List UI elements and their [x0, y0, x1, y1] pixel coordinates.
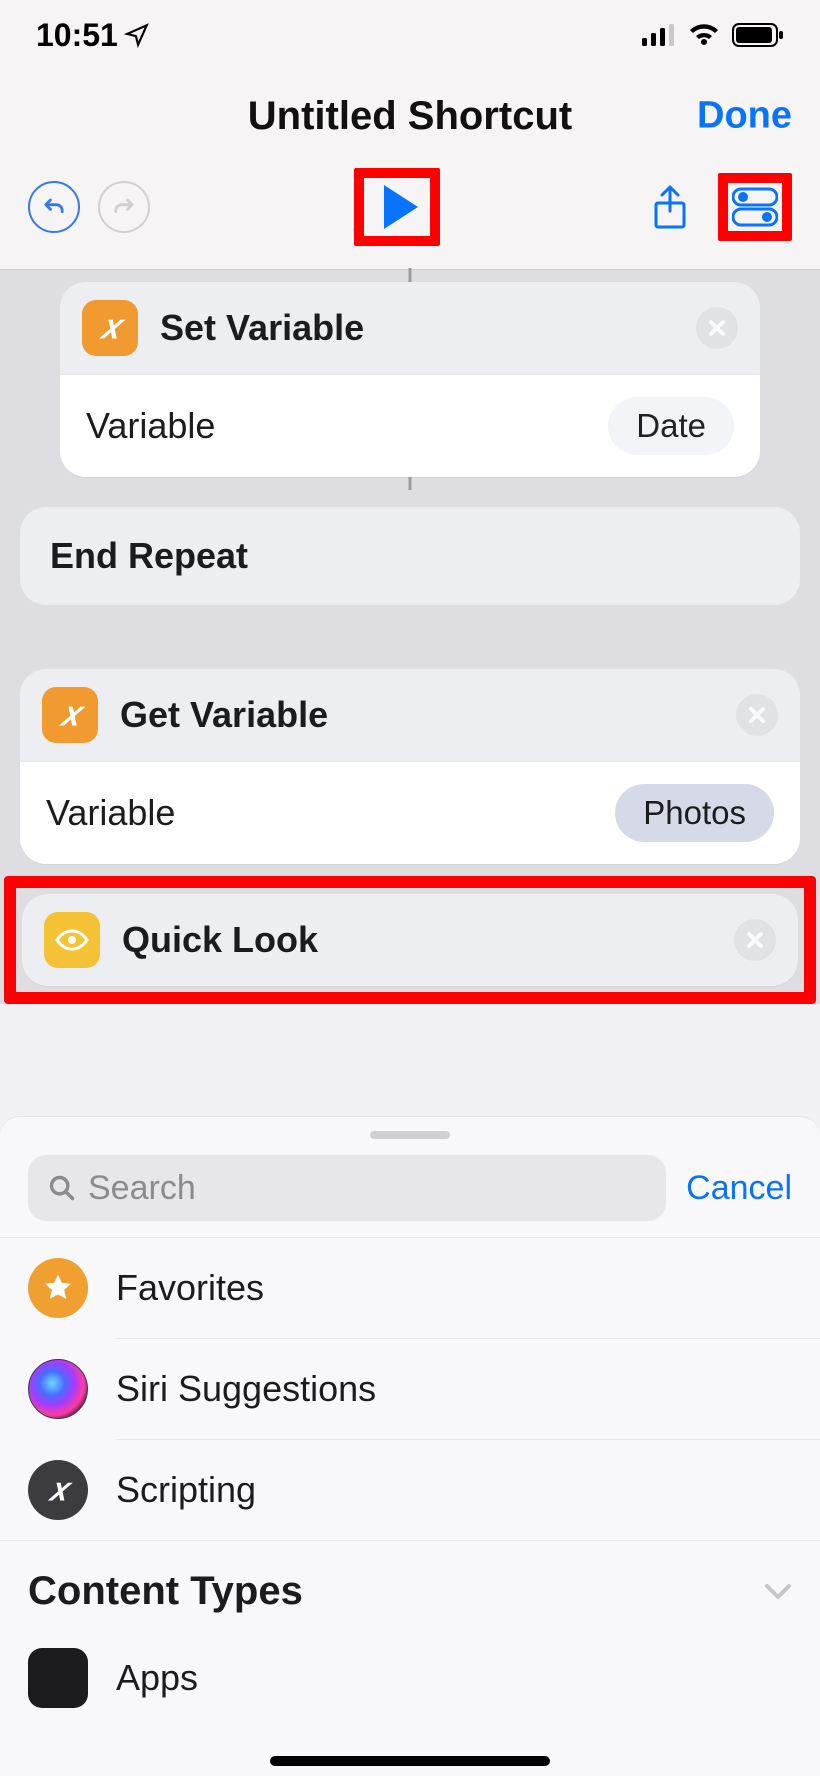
- search-icon: [48, 1174, 76, 1202]
- run-button-wrapper: [354, 168, 440, 246]
- chevron-down-icon: [764, 1583, 792, 1601]
- apps-icon: [28, 1648, 88, 1708]
- share-icon: [650, 183, 690, 231]
- section-title: Content Types: [28, 1569, 303, 1614]
- category-label: Apps: [116, 1657, 198, 1699]
- toggles-icon: [732, 187, 778, 227]
- undo-icon: [40, 193, 68, 221]
- settings-button-highlight: [718, 173, 792, 241]
- redo-icon: [110, 193, 138, 221]
- run-button-highlight: [354, 168, 440, 246]
- star-icon: [28, 1258, 88, 1318]
- actions-panel[interactable]: Search Cancel Favorites Siri Suggestions…: [0, 1116, 820, 1776]
- action-end-repeat[interactable]: End Repeat: [20, 507, 800, 605]
- status-time: 10:51: [36, 17, 150, 54]
- search-placeholder: Search: [88, 1169, 196, 1208]
- cellular-icon: [642, 24, 676, 46]
- redo-button[interactable]: [98, 181, 150, 233]
- eye-icon: [44, 912, 100, 968]
- siri-icon: [28, 1359, 88, 1419]
- param-row[interactable]: Variable Photos: [20, 761, 800, 864]
- category-list: Favorites Siri Suggestions 𝑥 Scripting C…: [0, 1237, 820, 1728]
- close-icon: [706, 317, 728, 339]
- action-header: 𝑥 Get Variable: [20, 669, 800, 761]
- shortcut-editor[interactable]: 𝑥 Set Variable Variable Date End Repeat …: [0, 270, 820, 1004]
- scripting-icon: 𝑥: [28, 1460, 88, 1520]
- delete-action-button[interactable]: [696, 307, 738, 349]
- drag-handle[interactable]: [370, 1131, 450, 1139]
- param-label: Variable: [46, 792, 175, 834]
- page-title: Untitled Shortcut: [248, 94, 572, 139]
- category-label: Scripting: [116, 1469, 256, 1511]
- param-label: Variable: [86, 405, 215, 447]
- category-label: Favorites: [116, 1267, 264, 1309]
- search-row: Search Cancel: [0, 1149, 820, 1237]
- action-header: 𝑥 Set Variable: [60, 282, 760, 374]
- status-time-text: 10:51: [36, 17, 118, 54]
- play-icon: [384, 185, 418, 229]
- delete-action-button[interactable]: [734, 919, 776, 961]
- category-scripting[interactable]: 𝑥 Scripting: [0, 1440, 820, 1540]
- status-right: [642, 23, 784, 47]
- cancel-button[interactable]: Cancel: [686, 1169, 792, 1208]
- category-label: Siri Suggestions: [116, 1368, 376, 1410]
- action-title: End Repeat: [50, 535, 248, 576]
- undo-button[interactable]: [28, 181, 80, 233]
- search-input[interactable]: Search: [28, 1155, 666, 1221]
- category-apps[interactable]: Apps: [0, 1628, 820, 1728]
- action-get-variable[interactable]: 𝑥 Get Variable Variable Photos: [20, 669, 800, 864]
- variable-icon: 𝑥: [42, 687, 98, 743]
- location-icon: [124, 22, 150, 48]
- action-header: Quick Look: [22, 894, 798, 986]
- section-content-types[interactable]: Content Types: [0, 1541, 820, 1628]
- navigation-bar: Untitled Shortcut Done: [0, 70, 820, 162]
- param-value-photos[interactable]: Photos: [615, 784, 774, 842]
- action-title: Quick Look: [122, 919, 712, 961]
- share-button[interactable]: [644, 181, 696, 233]
- settings-button[interactable]: [730, 185, 780, 229]
- action-title: Get Variable: [120, 694, 714, 736]
- param-row[interactable]: Variable Date: [60, 374, 760, 477]
- status-bar: 10:51: [0, 0, 820, 70]
- home-indicator[interactable]: [270, 1756, 550, 1766]
- category-siri-suggestions[interactable]: Siri Suggestions: [0, 1339, 820, 1439]
- action-quick-look-highlight: Quick Look: [4, 876, 816, 1004]
- close-icon: [744, 929, 766, 951]
- delete-action-button[interactable]: [736, 694, 778, 736]
- wifi-icon: [688, 23, 720, 47]
- run-button[interactable]: [368, 182, 426, 232]
- action-set-variable[interactable]: 𝑥 Set Variable Variable Date: [60, 282, 760, 477]
- variable-icon: 𝑥: [82, 300, 138, 356]
- battery-icon: [732, 23, 784, 47]
- close-icon: [746, 704, 768, 726]
- param-value-date[interactable]: Date: [608, 397, 734, 455]
- action-title: Set Variable: [160, 307, 674, 349]
- done-button[interactable]: Done: [697, 95, 792, 138]
- category-favorites[interactable]: Favorites: [0, 1238, 820, 1338]
- action-quick-look[interactable]: Quick Look: [22, 894, 798, 986]
- toolbar: [0, 162, 820, 270]
